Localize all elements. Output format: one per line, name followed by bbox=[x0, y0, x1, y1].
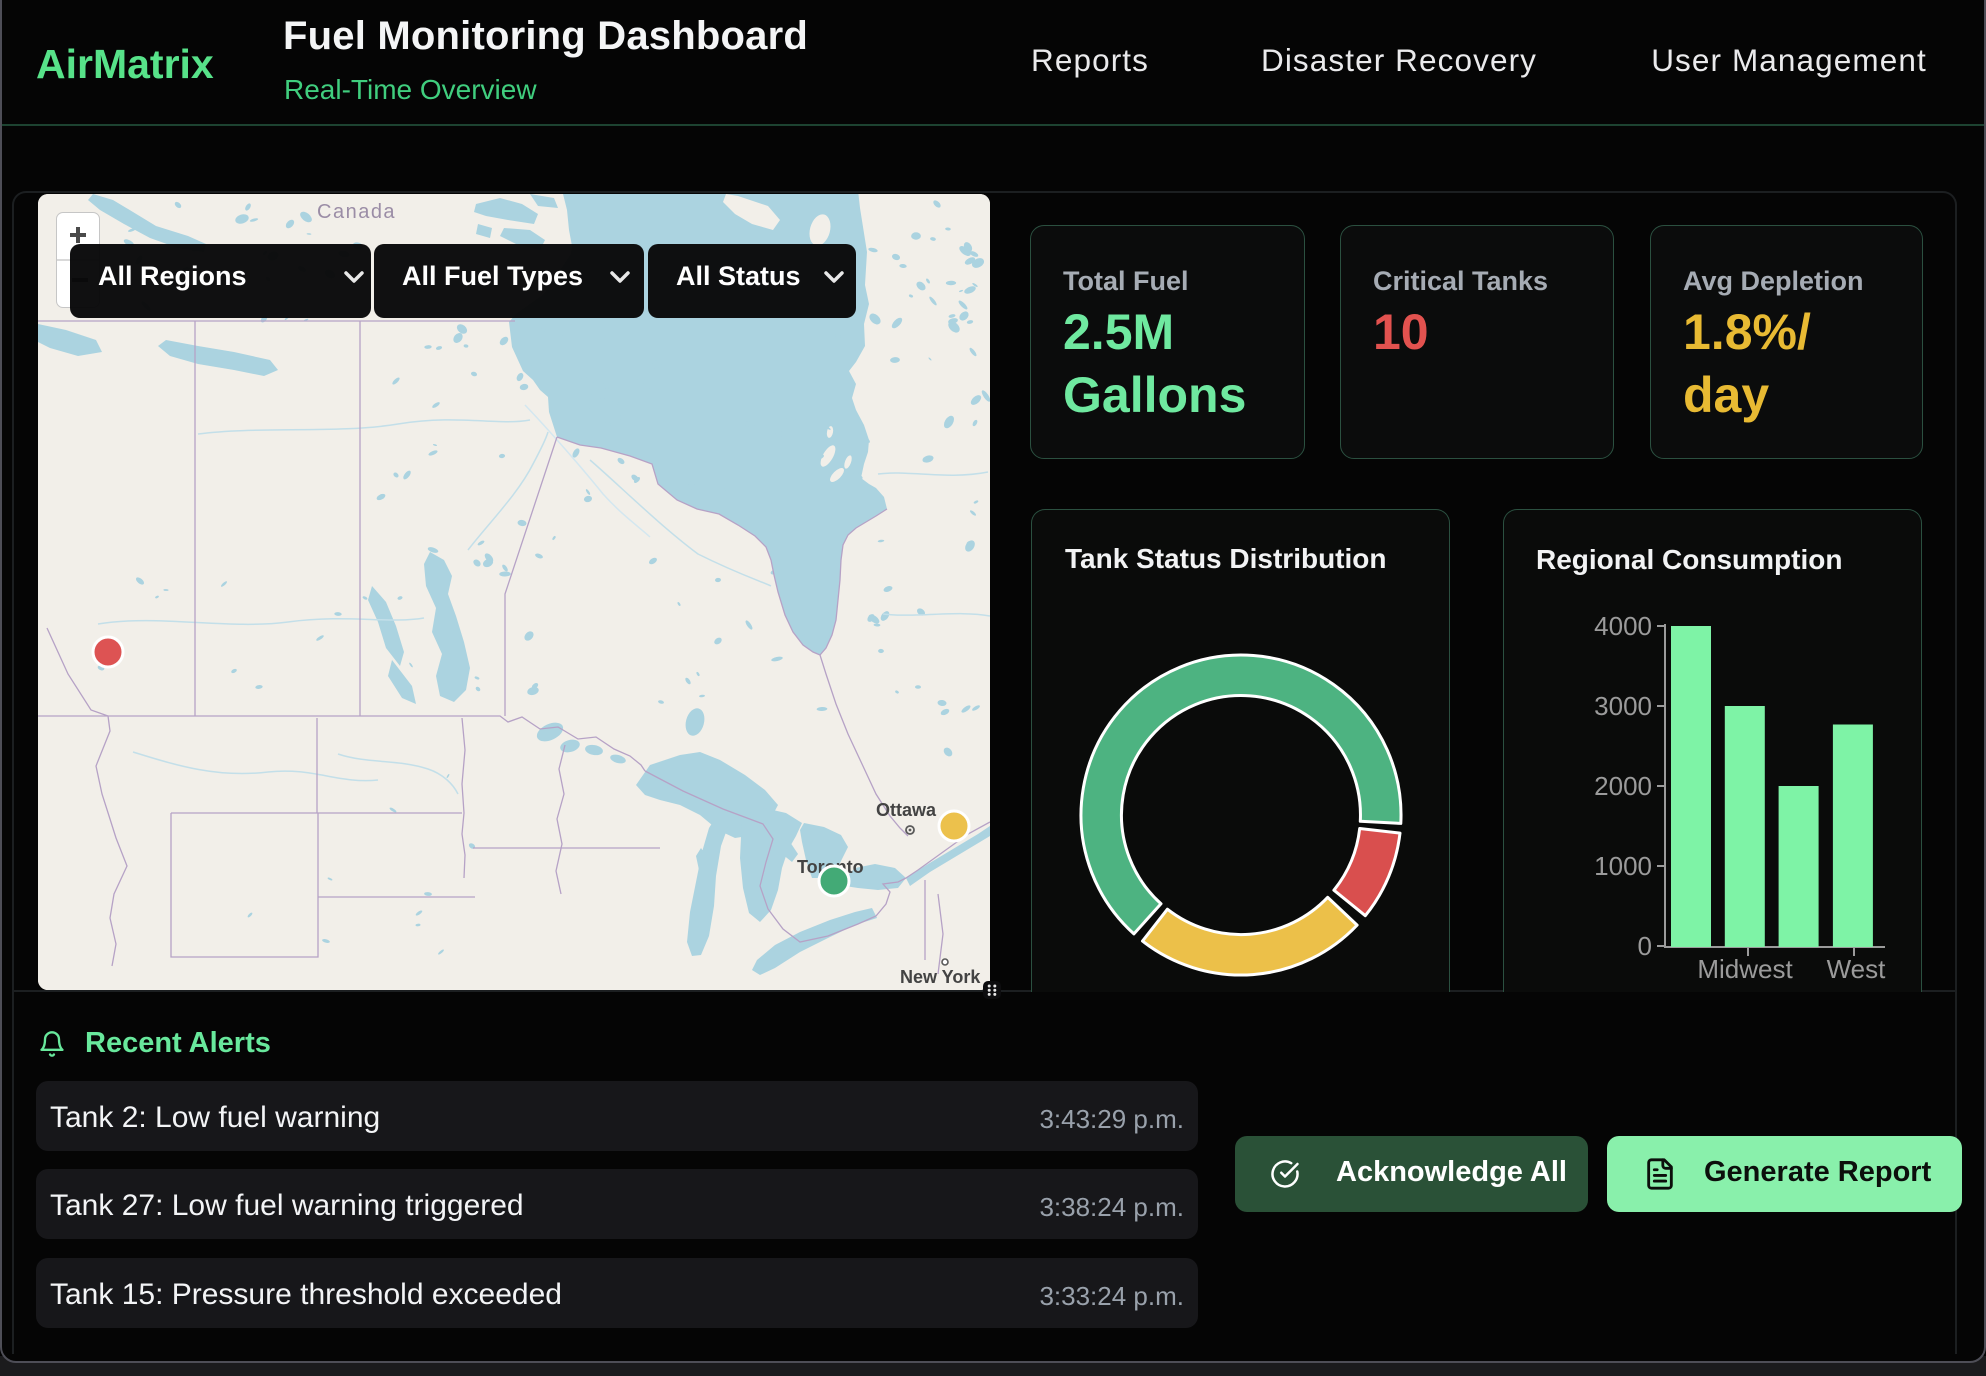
svg-text:3000: 3000 bbox=[1594, 691, 1652, 721]
svg-text:West: West bbox=[1827, 954, 1887, 984]
svg-text:New York: New York bbox=[900, 967, 981, 987]
svg-text:1000: 1000 bbox=[1594, 851, 1652, 881]
svg-text:Ottawa: Ottawa bbox=[876, 800, 937, 820]
svg-text:Midwest: Midwest bbox=[1697, 954, 1793, 984]
svg-text:Canada: Canada bbox=[317, 201, 396, 223]
svg-text:2000: 2000 bbox=[1594, 771, 1652, 801]
svg-text:0: 0 bbox=[1638, 931, 1652, 961]
svg-text:4000: 4000 bbox=[1594, 611, 1652, 641]
